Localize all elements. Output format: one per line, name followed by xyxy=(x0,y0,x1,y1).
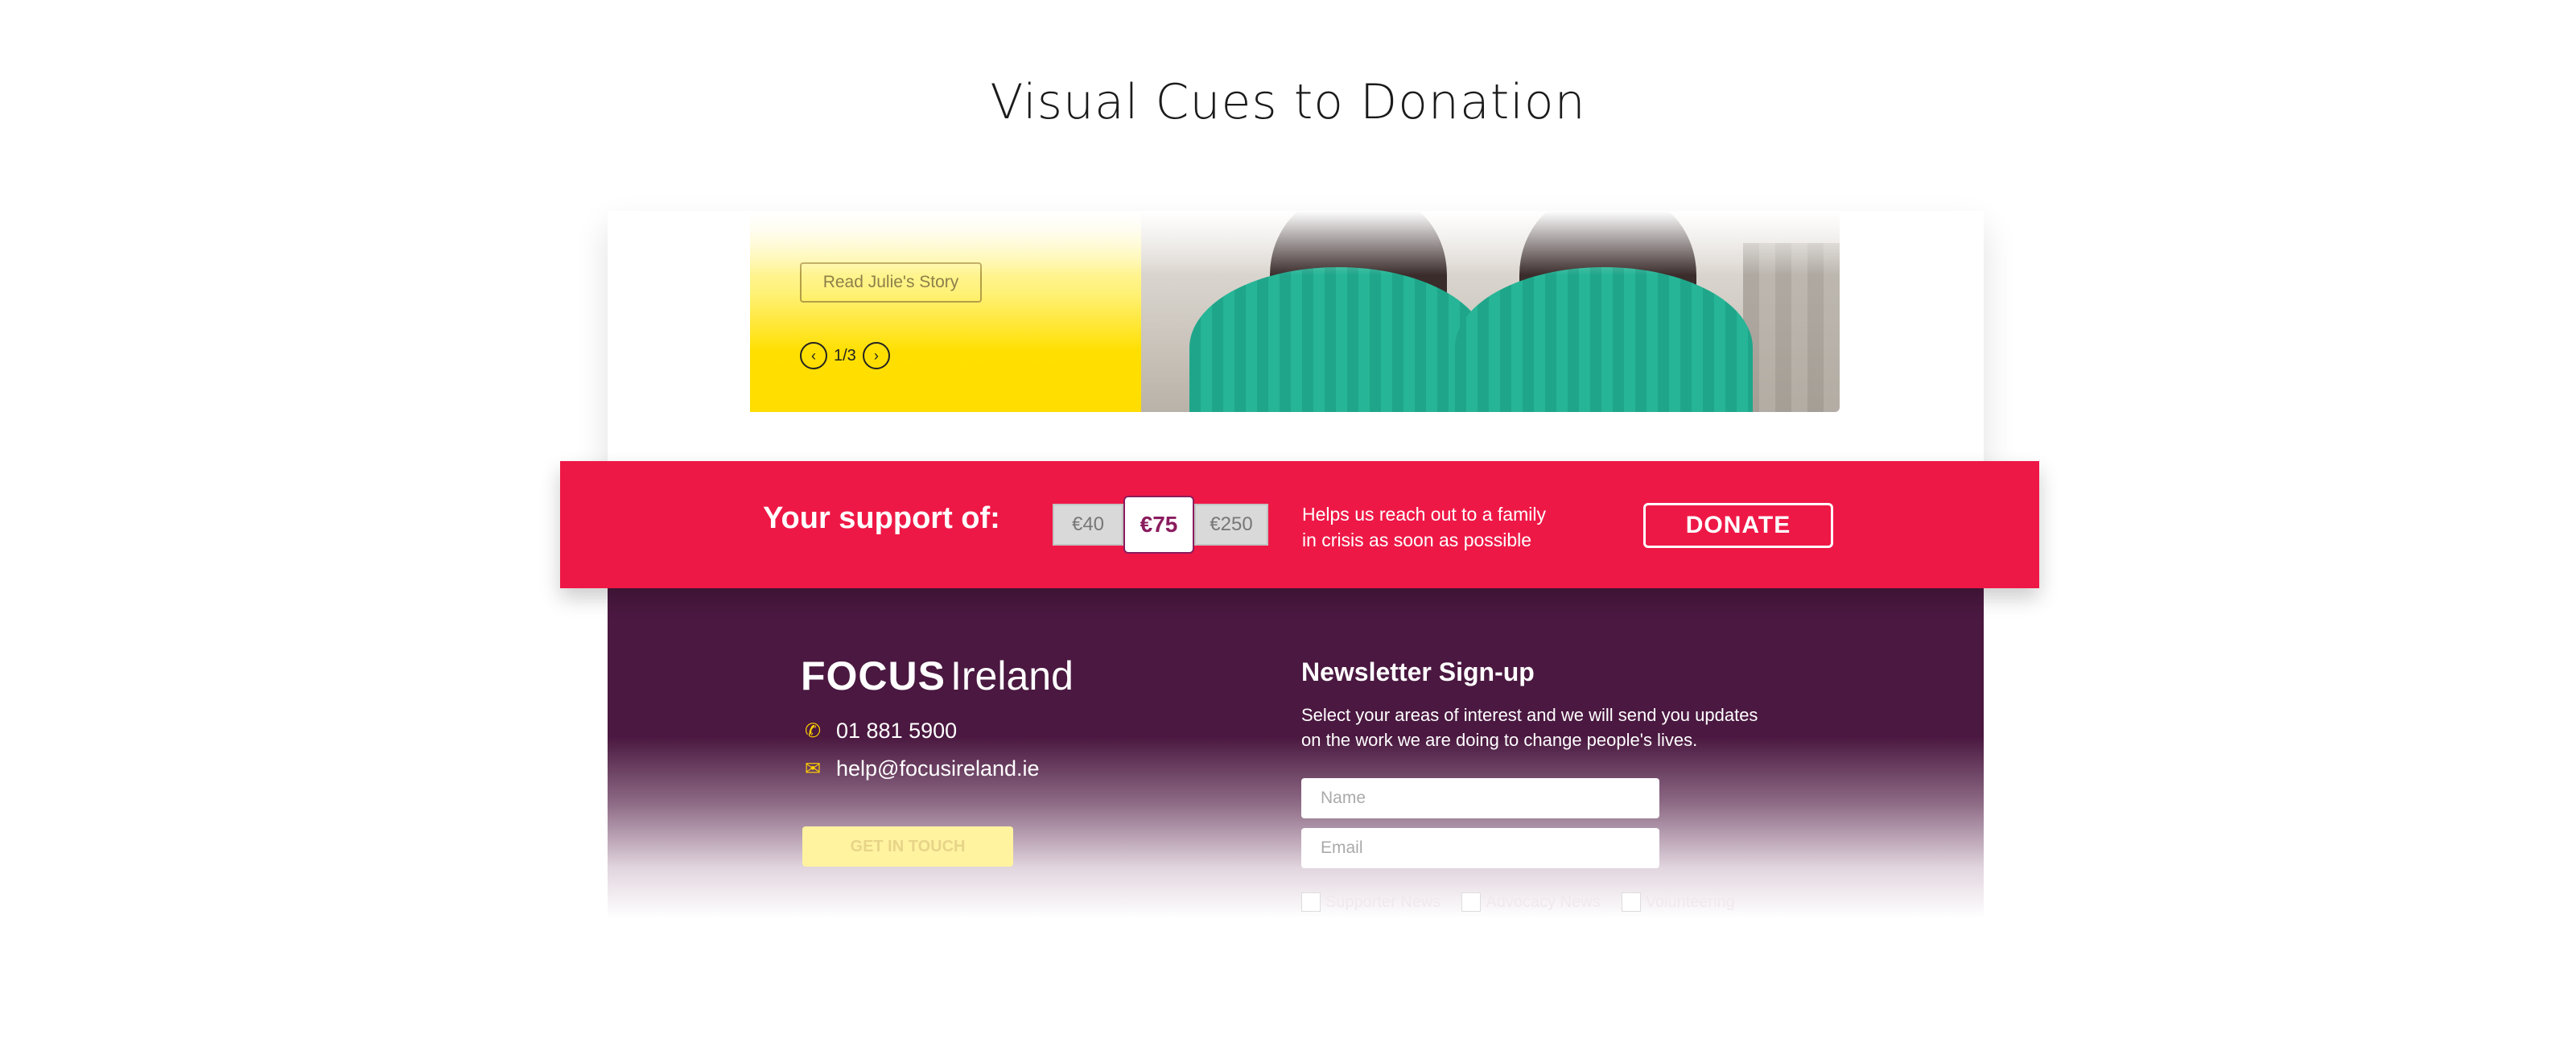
newsletter-description: Select your areas of interest and we wil… xyxy=(1301,702,1816,752)
newsletter-desc-line: on the work we are doing to change peopl… xyxy=(1301,730,1698,750)
phone-contact[interactable]: ✆ 01 881 5900 xyxy=(801,719,957,744)
chevron-right-icon[interactable]: › xyxy=(862,342,890,369)
story-card: Read Julie's Story ‹ 1/3 › xyxy=(608,211,1984,480)
help-line: Helps us reach out to a family xyxy=(1302,504,1546,525)
amount-selector: €40 €75 €250 xyxy=(1053,496,1268,554)
phone-icon: ✆ xyxy=(804,720,822,742)
story-pager: ‹ 1/3 › xyxy=(800,341,890,370)
phone-number: 01 881 5900 xyxy=(836,719,958,743)
interest-checkboxes: Supporter News Advocacy News Volunteerin… xyxy=(1301,892,1756,912)
focus-ireland-logo[interactable]: FOCUS Ireland xyxy=(801,653,1074,699)
help-line: in crisis as soon as possible xyxy=(1302,529,1532,550)
checkbox-advocacy-news[interactable]: Advocacy News xyxy=(1461,892,1601,912)
checkbox-supporter-news[interactable]: Supporter News xyxy=(1301,892,1440,912)
footer: FOCUS Ireland ✆ 01 881 5900 ✉ help@focusi… xyxy=(608,588,1984,918)
logo-ireland: Ireland xyxy=(950,653,1074,698)
email-address: help@focusireland.ie xyxy=(836,756,1040,781)
checkbox-box[interactable] xyxy=(1461,892,1482,912)
envelope-icon: ✉ xyxy=(804,758,822,780)
checkbox-box[interactable] xyxy=(1301,892,1321,912)
checkbox-volunteering[interactable]: Volunteering xyxy=(1621,892,1735,912)
email-field[interactable] xyxy=(1301,828,1659,868)
newsletter-title: Newsletter Sign-up xyxy=(1301,657,1535,686)
photo-sweater-right xyxy=(1455,267,1753,412)
name-field[interactable] xyxy=(1301,778,1659,818)
logo-focus: FOCUS xyxy=(801,653,946,698)
email-contact[interactable]: ✉ help@focusireland.ie xyxy=(801,756,1040,781)
checkbox-label: Volunteering xyxy=(1645,892,1735,911)
support-label: Your support of: xyxy=(763,501,1000,535)
chevron-left-icon[interactable]: ‹ xyxy=(800,342,827,369)
page-title: Visual Cues to Donation xyxy=(990,74,1586,130)
donation-band: Your support of: €40 €75 €250 Helps us r… xyxy=(560,461,2039,588)
get-in-touch-button[interactable]: GET IN TOUCH xyxy=(802,826,1013,867)
pager-count: 1/3 xyxy=(834,346,856,365)
checkbox-box[interactable] xyxy=(1621,892,1641,912)
amount-option[interactable]: €250 xyxy=(1194,504,1268,546)
checkbox-label: Advocacy News xyxy=(1486,892,1601,911)
amount-option[interactable]: €40 xyxy=(1053,504,1123,546)
amount-option-selected[interactable]: €75 xyxy=(1123,496,1194,554)
donate-button[interactable]: DONATE xyxy=(1643,503,1833,548)
newsletter-desc-line: Select your areas of interest and we wil… xyxy=(1301,705,1758,725)
donation-help-text: Helps us reach out to a family in crisis… xyxy=(1302,501,1624,553)
checkbox-label: Supporter News xyxy=(1325,892,1441,911)
fade-overlay xyxy=(608,211,1984,275)
